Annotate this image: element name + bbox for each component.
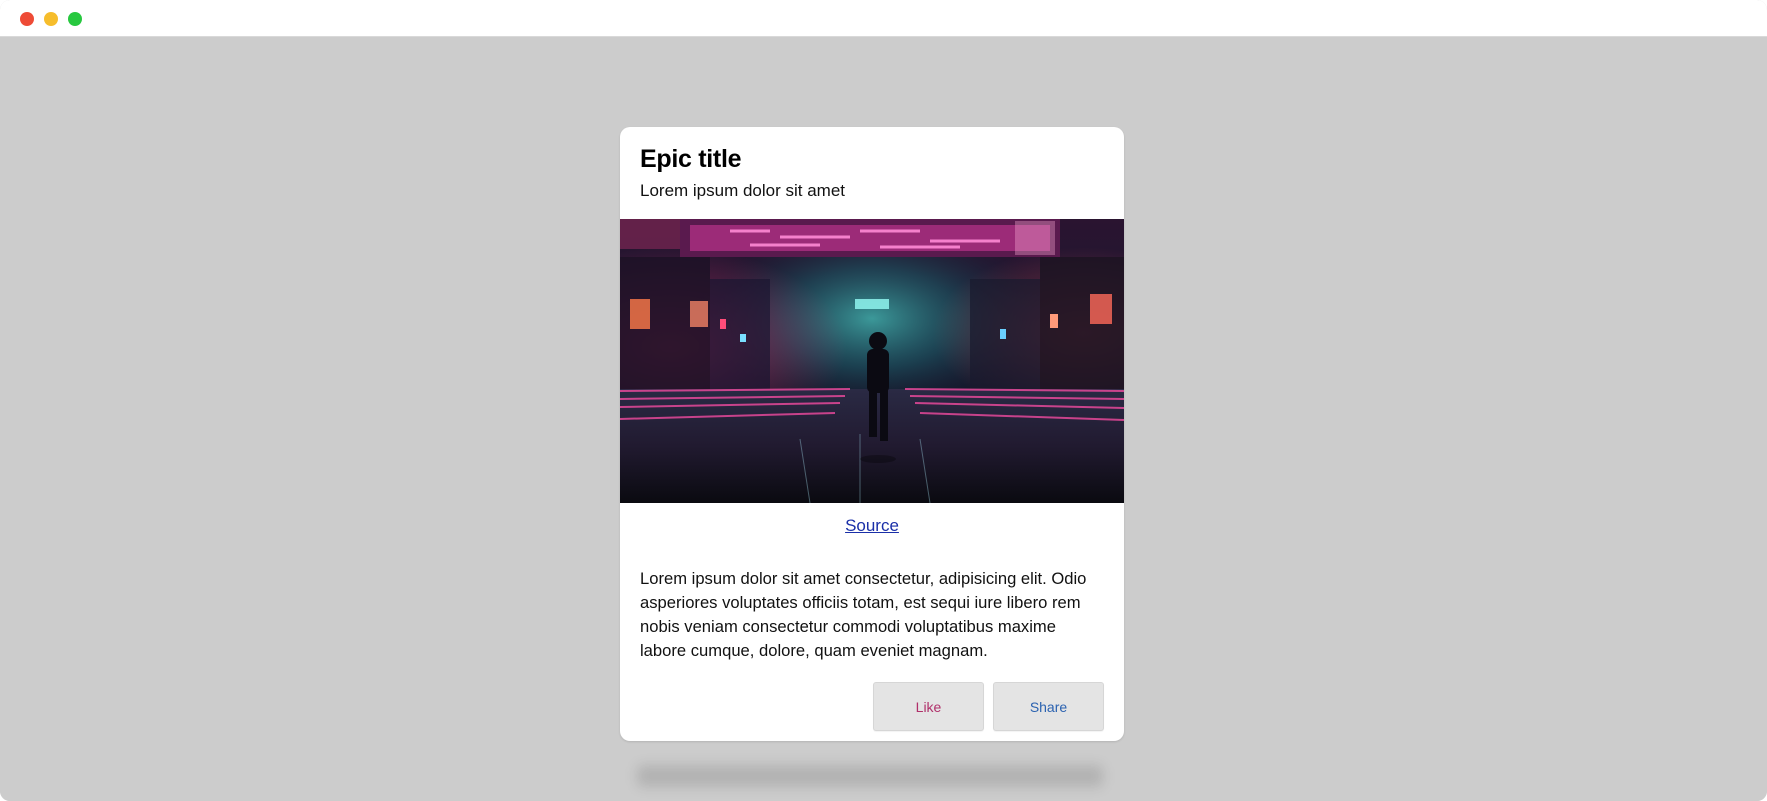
share-button[interactable]: Share (993, 682, 1104, 731)
window-titlebar (0, 0, 1767, 37)
zoom-window-button[interactable] (68, 12, 82, 26)
card-title: Epic title (640, 145, 742, 173)
article-card: Epic title Lorem ipsum dolor sit amet So… (620, 127, 1124, 741)
page-canvas: Epic title Lorem ipsum dolor sit amet So… (0, 37, 1767, 801)
card-subtitle: Lorem ipsum dolor sit amet (640, 181, 846, 200)
source-link[interactable]: Source (845, 516, 899, 535)
browser-window: Epic title Lorem ipsum dolor sit amet So… (0, 0, 1767, 801)
cyberpunk-street-image (620, 219, 1124, 503)
minimize-window-button[interactable] (44, 12, 58, 26)
like-button[interactable]: Like (873, 682, 984, 731)
close-window-button[interactable] (20, 12, 34, 26)
card-shadow (637, 765, 1103, 787)
card-body-text: Lorem ipsum dolor sit amet consectetur, … (640, 569, 1087, 660)
source-link-container: Source (620, 516, 1124, 536)
